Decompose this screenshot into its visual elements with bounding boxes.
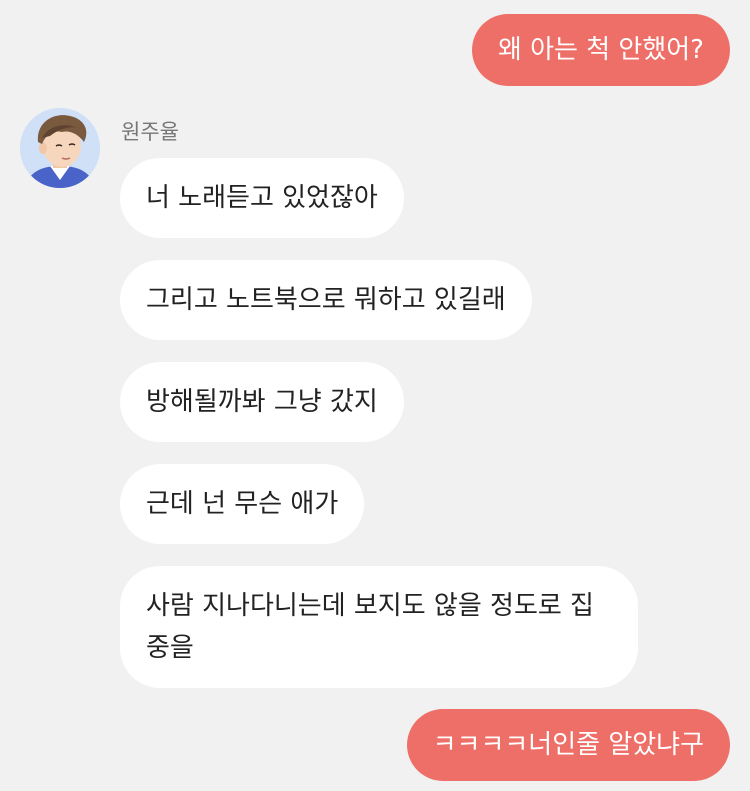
message-bubble-incoming[interactable]: 사람 지나다니는데 보지도 않을 정도로 집중을 bbox=[120, 566, 638, 688]
message-bubble-outgoing[interactable]: 왜 아는 척 안했어? bbox=[471, 14, 730, 86]
sender-name: 원주율 bbox=[121, 120, 179, 144]
message-bubble-incoming[interactable]: 방해될까봐 그냥 갔지 bbox=[120, 362, 404, 442]
message-bubble-incoming[interactable]: 너 노래듣고 있었잖아 bbox=[120, 158, 404, 238]
message-bubble-outgoing[interactable]: ㅋㅋㅋㅋ너인줄 알았냐구 bbox=[406, 709, 730, 781]
message-bubble-incoming[interactable]: 근데 넌 무슨 애가 bbox=[120, 464, 365, 544]
chat-thread: 왜 아는 척 안했어? 원주율 너 노래듣고 있었잖아 그리고 노트북으로 뭐하… bbox=[0, 0, 750, 791]
message-bubble-incoming[interactable]: 그리고 노트북으로 뭐하고 있길래 bbox=[120, 260, 532, 340]
avatar-illustration-icon bbox=[20, 108, 100, 188]
contact-avatar[interactable] bbox=[20, 108, 100, 188]
